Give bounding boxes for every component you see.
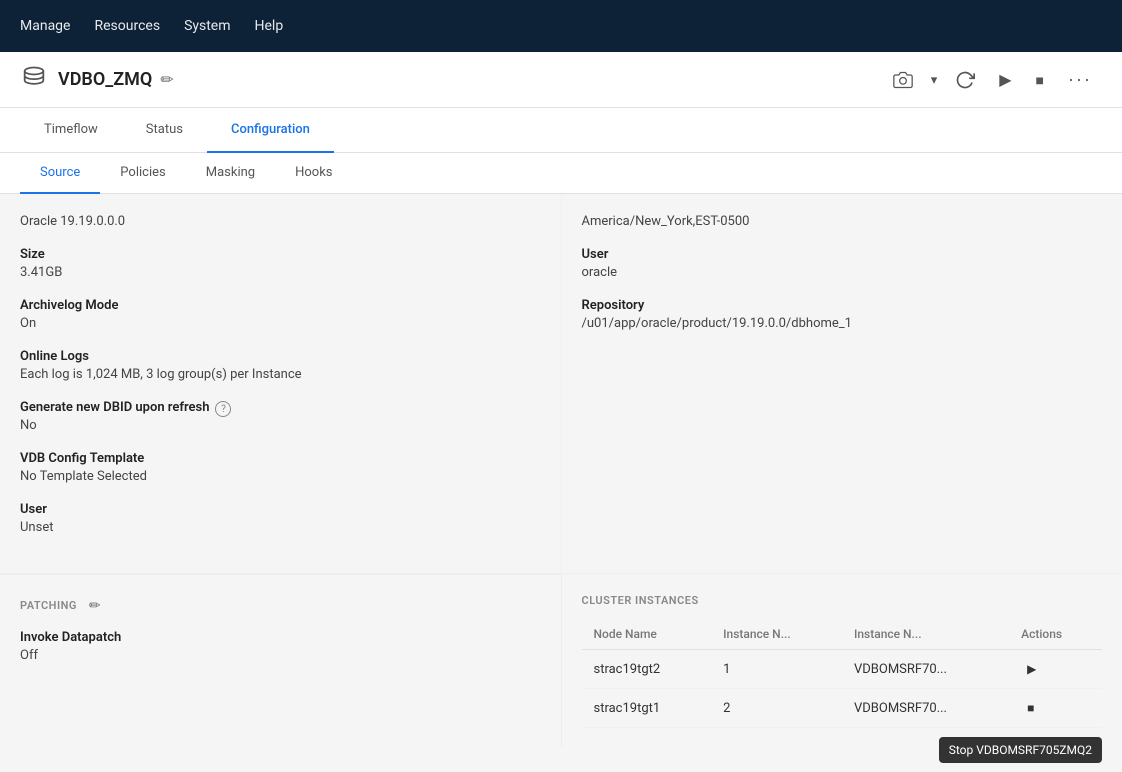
node-name-2: strac19tgt1	[582, 689, 712, 728]
repository-value: /u01/app/oracle/product/19.19.0.0/dbhome…	[582, 316, 1103, 331]
db-version-value: Oracle 19.19.0.0.0	[20, 214, 541, 229]
secondary-tabs: Source Policies Masking Hooks	[0, 153, 1122, 194]
patching-header: PATCHING ✏	[20, 595, 541, 616]
stop-button[interactable]: ■	[1026, 64, 1054, 96]
invoke-datapatch-label: Invoke Datapatch	[20, 630, 541, 645]
archivelog-label: Archivelog Mode	[20, 298, 541, 313]
left-section: Oracle 19.19.0.0.0 Size 3.41GB Archivelo…	[0, 194, 562, 573]
cluster-table: Node Name Instance N... Instance N... Ac…	[582, 619, 1103, 728]
col-instance-name: Instance N...	[842, 619, 1009, 650]
more-button[interactable]: ···	[1058, 61, 1102, 98]
nav-help[interactable]: Help	[255, 2, 284, 50]
node-name-1: strac19tgt2	[582, 650, 712, 689]
patching-edit-button[interactable]: ✏	[85, 595, 105, 616]
help-icon[interactable]: ?	[215, 401, 231, 417]
vdb-config-value: No Template Selected	[20, 469, 541, 484]
archivelog-field: Archivelog Mode On	[20, 298, 541, 331]
online-logs-label: Online Logs	[20, 349, 541, 364]
user-field: User Unset	[20, 502, 541, 535]
instance-name-1: VDBOMSRF70...	[842, 650, 1009, 689]
user-label: User	[20, 502, 541, 517]
instance-name-2: VDBOMSRF70...	[842, 689, 1009, 728]
right-section: America/New_York,EST-0500 User oracle Re…	[562, 194, 1122, 573]
header-bar: VDBO_ZMQ ✏ ▾ ▶ ■ ···	[0, 52, 1122, 108]
table-row: strac19tgt1 2 VDBOMSRF70... ■ Stop VDBOM…	[582, 689, 1103, 728]
top-nav: Manage Resources System Help	[0, 0, 1122, 52]
source-content: Oracle 19.19.0.0.0 Size 3.41GB Archivelo…	[0, 194, 1122, 573]
camera-dropdown-button[interactable]: ▾	[927, 64, 942, 96]
nav-manage[interactable]: Manage	[20, 2, 70, 50]
instance-num-1: 1	[711, 650, 842, 689]
refresh-button[interactable]	[945, 62, 985, 98]
camera-button[interactable]	[883, 62, 923, 98]
invoke-datapatch-value: Off	[20, 648, 541, 663]
invoke-datapatch-field: Invoke Datapatch Off	[20, 630, 541, 663]
patching-title: PATCHING	[20, 599, 77, 612]
generate-dbid-label: Generate new DBID upon refresh	[20, 400, 209, 415]
header-actions: ▾ ▶ ■ ···	[883, 61, 1102, 98]
tab-source[interactable]: Source	[20, 153, 100, 194]
tab-configuration[interactable]: Configuration	[207, 108, 334, 153]
edit-icon[interactable]: ✏	[160, 70, 173, 89]
tab-hooks[interactable]: Hooks	[275, 153, 352, 194]
stop-instance-2-button[interactable]: ■	[1021, 699, 1040, 717]
right-user-field: User oracle	[582, 247, 1103, 280]
tab-masking[interactable]: Masking	[186, 153, 275, 194]
size-value: 3.41GB	[20, 265, 541, 280]
repository-field: Repository /u01/app/oracle/product/19.19…	[582, 298, 1103, 331]
archivelog-value: On	[20, 316, 541, 331]
db-version-field: Oracle 19.19.0.0.0	[20, 214, 541, 229]
tab-timeflow[interactable]: Timeflow	[20, 108, 122, 153]
db-title: VDBO_ZMQ	[58, 69, 152, 90]
tab-status[interactable]: Status	[122, 108, 207, 153]
tab-policies[interactable]: Policies	[100, 153, 185, 194]
play-button[interactable]: ▶	[989, 62, 1021, 98]
play-instance-1-button[interactable]: ▶	[1021, 660, 1042, 678]
online-logs-field: Online Logs Each log is 1,024 MB, 3 log …	[20, 349, 541, 382]
primary-tabs: Timeflow Status Configuration	[0, 108, 1122, 153]
action-cell-1: ▶	[1009, 650, 1102, 689]
generate-dbid-value: No	[20, 418, 541, 433]
col-actions: Actions	[1009, 619, 1102, 650]
cluster-table-header-row: Node Name Instance N... Instance N... Ac…	[582, 619, 1103, 650]
patching-section: PATCHING ✏ Invoke Datapatch Off	[0, 574, 562, 748]
bottom-section: PATCHING ✏ Invoke Datapatch Off CLUSTER …	[0, 573, 1122, 748]
table-row: strac19tgt2 1 VDBOMSRF70... ▶	[582, 650, 1103, 689]
cluster-table-body: strac19tgt2 1 VDBOMSRF70... ▶ strac19tgt…	[582, 650, 1103, 728]
col-node-name: Node Name	[582, 619, 712, 650]
right-user-label: User	[582, 247, 1103, 262]
vdb-config-label: VDB Config Template	[20, 451, 541, 466]
repository-label: Repository	[582, 298, 1103, 313]
user-value: Unset	[20, 520, 541, 535]
content-wrapper: Oracle 19.19.0.0.0 Size 3.41GB Archivelo…	[0, 194, 1122, 748]
vdb-config-field: VDB Config Template No Template Selected	[20, 451, 541, 484]
nav-resources[interactable]: Resources	[94, 2, 160, 50]
nav-system[interactable]: System	[184, 2, 230, 50]
stop-tooltip: Stop VDBOMSRF705ZMQ2	[939, 737, 1102, 763]
cluster-section: CLUSTER INSTANCES Node Name Instance N..…	[562, 574, 1122, 748]
action-cell-2: ■ Stop VDBOMSRF705ZMQ2	[1009, 689, 1102, 728]
timezone-field: America/New_York,EST-0500	[582, 214, 1103, 229]
size-label: Size	[20, 247, 541, 262]
cluster-title: CLUSTER INSTANCES	[582, 594, 1103, 607]
generate-dbid-field: Generate new DBID upon refresh ? No	[20, 400, 541, 433]
timezone-value: America/New_York,EST-0500	[582, 214, 1103, 229]
cluster-table-head: Node Name Instance N... Instance N... Ac…	[582, 619, 1103, 650]
generate-dbid-label-row: Generate new DBID upon refresh ?	[20, 400, 541, 418]
col-instance-num: Instance N...	[711, 619, 842, 650]
size-field: Size 3.41GB	[20, 247, 541, 280]
db-icon	[20, 64, 58, 96]
instance-num-2: 2	[711, 689, 842, 728]
right-user-value: oracle	[582, 265, 1103, 280]
online-logs-value: Each log is 1,024 MB, 3 log group(s) per…	[20, 367, 541, 382]
